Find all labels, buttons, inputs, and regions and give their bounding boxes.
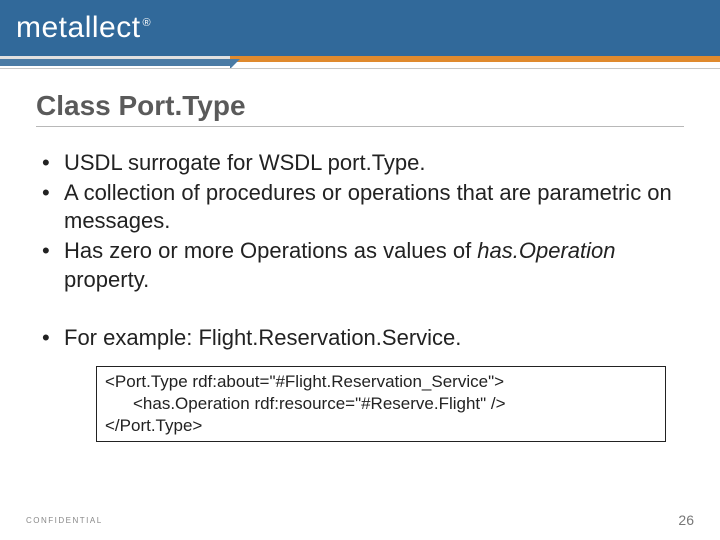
slide-title: Class Port.Type [36, 90, 684, 122]
confidential-label: CONFIDENTIAL [26, 516, 103, 525]
example-text: For example: Flight.Reservation.Service. [64, 325, 461, 350]
bullet-item: For example: Flight.Reservation.Service. [36, 324, 684, 352]
code-line: </Port.Type> [105, 416, 202, 435]
slide-content: Class Port.Type USDL surrogate for WSDL … [0, 62, 720, 442]
code-line: <Port.Type rdf:about="#Flight.Reservatio… [105, 372, 504, 391]
bullet-item: A collection of procedures or operations… [36, 179, 684, 235]
divider-line [0, 68, 720, 69]
title-underline [36, 126, 684, 127]
code-line: <has.Operation rdf:resource="#Reserve.Fl… [105, 393, 657, 415]
bullet-list: USDL surrogate for WSDL port.Type. A col… [36, 149, 684, 294]
bullet-prefix: Has zero or more Operations as values of [64, 238, 477, 263]
logo: metallect® [16, 11, 151, 45]
page-number: 26 [678, 512, 694, 528]
bullet-item: Has zero or more Operations as values of… [36, 237, 684, 293]
bullet-text: USDL surrogate for WSDL port.Type. [64, 150, 426, 175]
spacer [36, 296, 684, 324]
nav-tab-stub [0, 56, 230, 66]
bullet-italic: has.Operation [477, 238, 615, 263]
bullet-item: USDL surrogate for WSDL port.Type. [36, 149, 684, 177]
bullet-suffix: property. [64, 267, 149, 292]
code-example-box: <Port.Type rdf:about="#Flight.Reservatio… [96, 366, 666, 442]
registered-mark: ® [143, 17, 152, 29]
header-bar: metallect® [0, 0, 720, 56]
bullet-text: A collection of procedures or operations… [64, 180, 672, 233]
logo-text: metallect [16, 11, 141, 44]
footer: CONFIDENTIAL 26 [0, 512, 720, 528]
example-list: For example: Flight.Reservation.Service. [36, 324, 684, 352]
